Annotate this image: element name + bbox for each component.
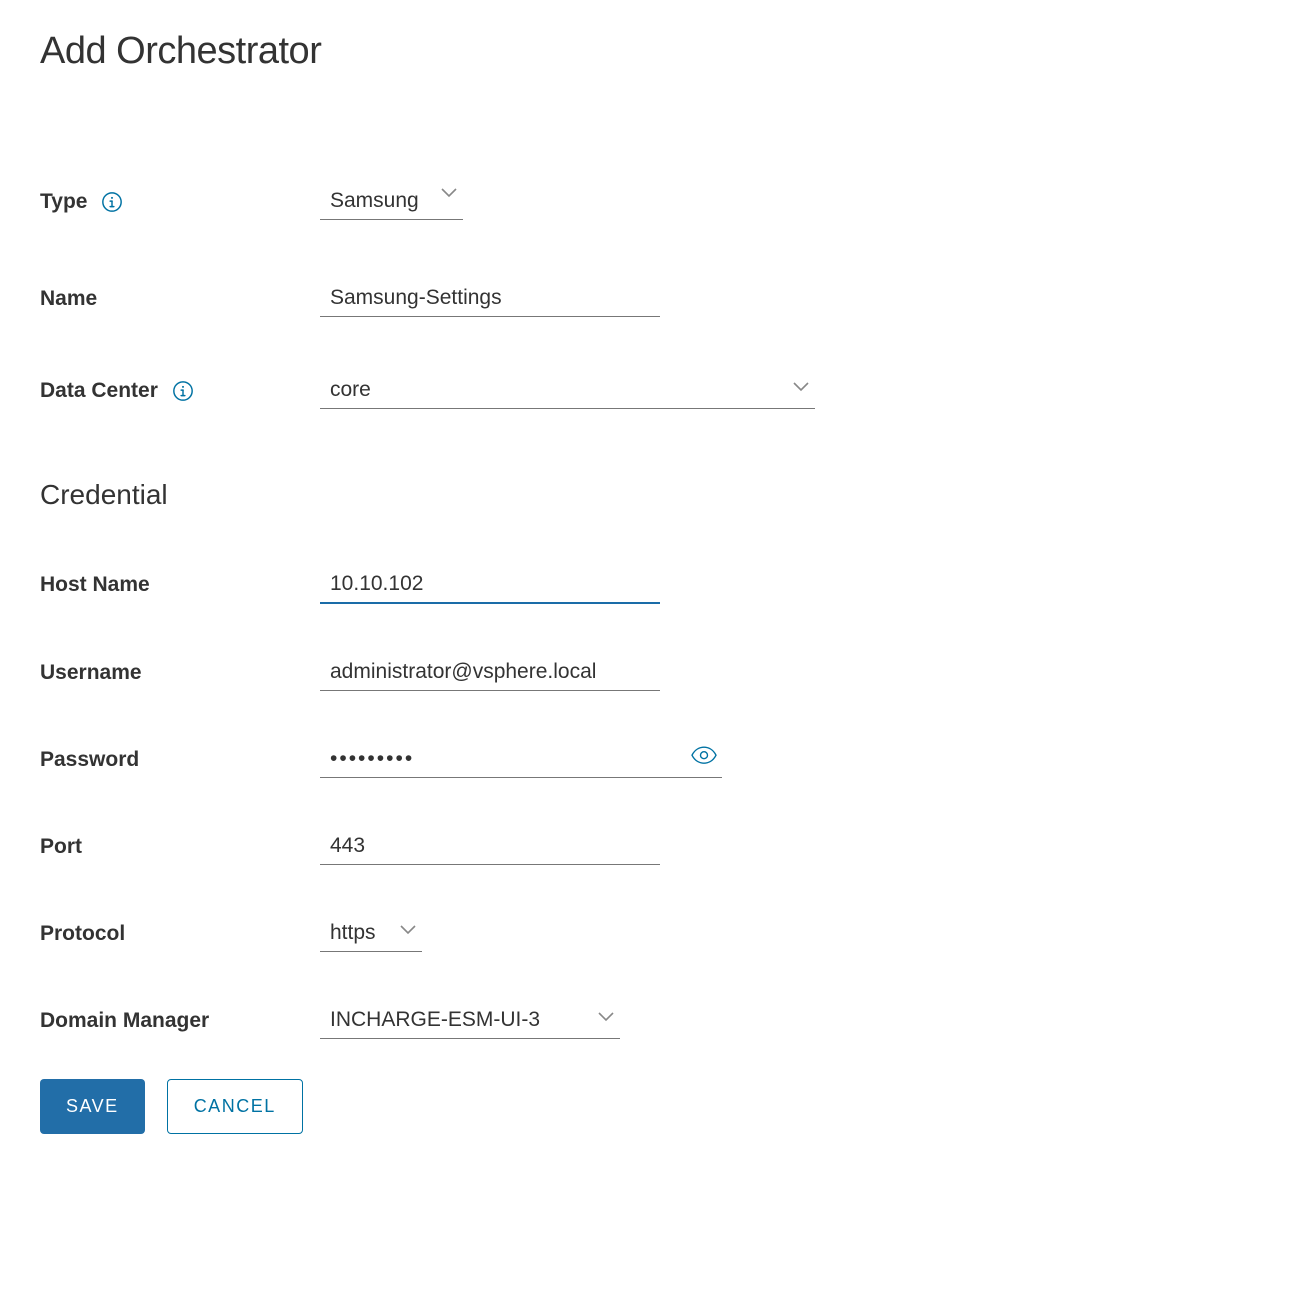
row-port: Port: [40, 828, 1252, 865]
type-select[interactable]: [320, 183, 463, 220]
password-input-wrap: [320, 741, 722, 778]
username-input-wrap: [320, 654, 660, 691]
port-input[interactable]: [320, 828, 660, 865]
label-password: Password: [40, 748, 320, 772]
username-input[interactable]: [320, 654, 660, 691]
host-name-input-wrap: [320, 566, 660, 604]
label-type-text: Type: [40, 190, 87, 214]
port-input-wrap: [320, 828, 660, 865]
label-password-text: Password: [40, 748, 139, 772]
label-domain-manager: Domain Manager: [40, 1009, 320, 1033]
label-host-name-text: Host Name: [40, 573, 150, 597]
domain-manager-select[interactable]: [320, 1002, 620, 1039]
label-protocol: Protocol: [40, 922, 320, 946]
password-input[interactable]: [320, 741, 722, 778]
data-center-select-wrap[interactable]: [320, 372, 815, 409]
label-type: Type: [40, 190, 320, 214]
row-name: Name: [40, 280, 1252, 317]
data-center-select[interactable]: [320, 372, 815, 409]
label-name-text: Name: [40, 287, 97, 311]
cancel-button[interactable]: CANCEL: [167, 1079, 303, 1134]
label-username-text: Username: [40, 661, 142, 685]
page-title: Add Orchestrator: [40, 30, 1252, 73]
domain-manager-select-wrap[interactable]: [320, 1002, 620, 1039]
row-protocol: Protocol: [40, 915, 1252, 952]
type-select-wrap[interactable]: [320, 183, 463, 220]
label-host-name: Host Name: [40, 573, 320, 597]
button-row: SAVE CANCEL: [40, 1079, 1252, 1134]
label-port-text: Port: [40, 835, 82, 859]
row-type: Type: [40, 183, 1252, 220]
protocol-select[interactable]: [320, 915, 422, 952]
label-port: Port: [40, 835, 320, 859]
label-data-center: Data Center: [40, 379, 320, 403]
label-data-center-text: Data Center: [40, 379, 158, 403]
info-icon[interactable]: [101, 191, 123, 213]
row-domain-manager: Domain Manager: [40, 1002, 1252, 1039]
row-host-name: Host Name: [40, 566, 1252, 604]
row-username: Username: [40, 654, 1252, 691]
label-name: Name: [40, 287, 320, 311]
row-data-center: Data Center: [40, 372, 1252, 409]
section-title-credential: Credential: [40, 479, 1252, 511]
info-icon[interactable]: [172, 380, 194, 402]
row-password: Password: [40, 741, 1252, 778]
label-protocol-text: Protocol: [40, 922, 125, 946]
label-domain-manager-text: Domain Manager: [40, 1009, 209, 1033]
protocol-select-wrap[interactable]: [320, 915, 422, 952]
eye-icon[interactable]: [691, 746, 717, 769]
name-input[interactable]: [320, 280, 660, 317]
name-input-wrap: [320, 280, 660, 317]
label-username: Username: [40, 661, 320, 685]
host-name-input[interactable]: [320, 566, 660, 604]
save-button[interactable]: SAVE: [40, 1079, 145, 1134]
